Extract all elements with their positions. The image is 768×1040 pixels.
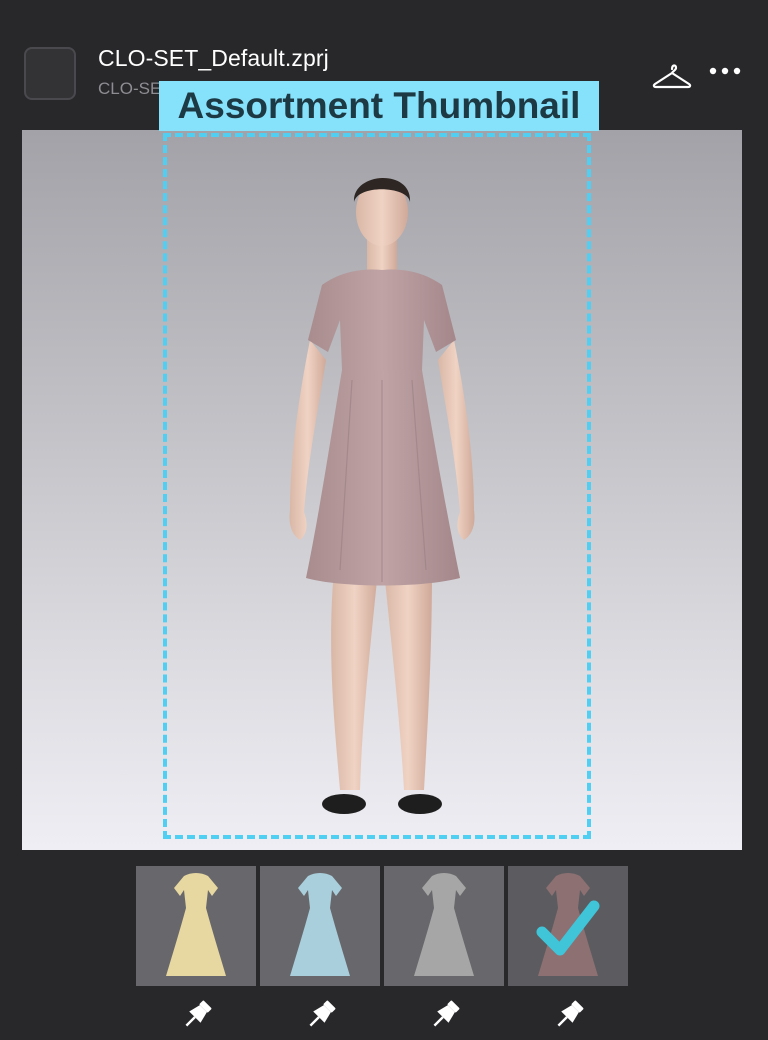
- pin-row: [136, 998, 632, 1034]
- dress-icon: [166, 873, 226, 976]
- pin-icon[interactable]: [179, 998, 215, 1032]
- assortment-thumbnail-label: Assortment Thumbnail: [159, 81, 599, 131]
- hanger-icon[interactable]: [652, 60, 692, 92]
- dress-icon: [414, 873, 474, 976]
- assortment-thumbnail-frame: [163, 133, 591, 839]
- project-subtitle: CLO-SET: [98, 79, 160, 98]
- pin-icon[interactable]: [303, 998, 339, 1032]
- colorway-thumbnail-gray[interactable]: [384, 866, 504, 986]
- project-file-name: CLO-SET_Default.zprj: [98, 45, 329, 71]
- pin-icon[interactable]: [427, 998, 463, 1032]
- checkmark-icon: [536, 900, 600, 956]
- colorway-list: [136, 866, 632, 986]
- pin-icon[interactable]: [551, 998, 587, 1032]
- dress-icon: [290, 873, 350, 976]
- project-thumbnail[interactable]: [24, 47, 76, 100]
- colorway-thumbnail-yellow[interactable]: [136, 866, 256, 986]
- more-icon[interactable]: [708, 62, 742, 80]
- colorway-thumbnail-mauve[interactable]: [508, 866, 628, 986]
- colorway-thumbnail-blue[interactable]: [260, 866, 380, 986]
